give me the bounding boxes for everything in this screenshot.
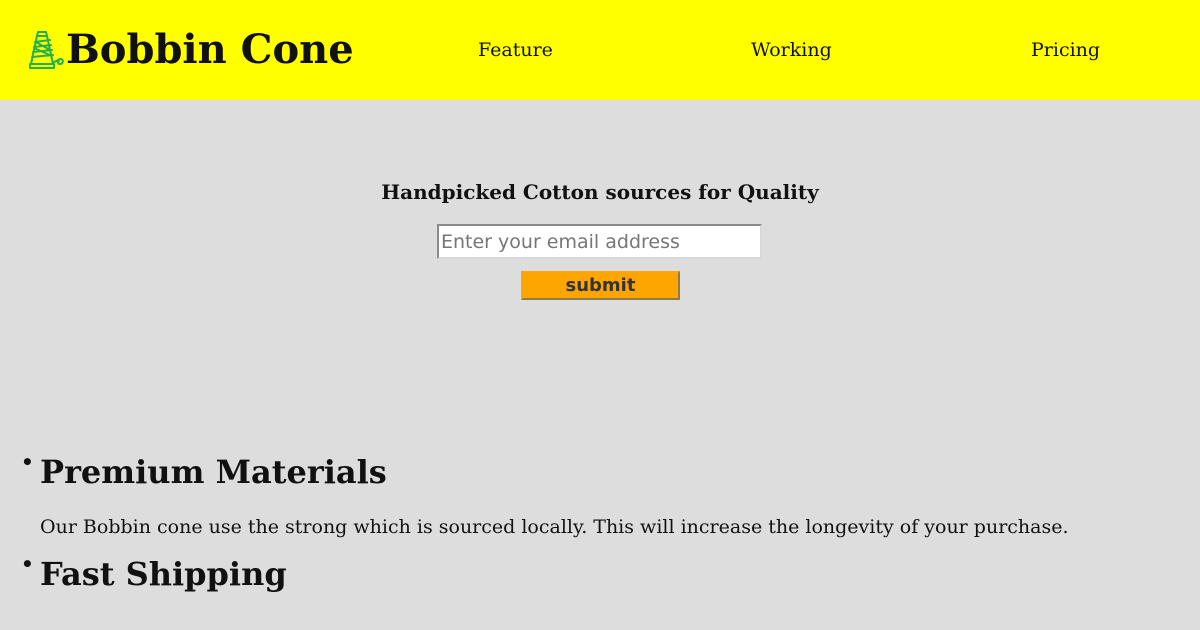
feature-heading: Premium Materials xyxy=(40,453,387,491)
bobbin-cone-icon xyxy=(26,28,66,72)
nav-link-feature[interactable]: Feature xyxy=(478,38,553,62)
nav-link-pricing[interactable]: Pricing xyxy=(1031,38,1100,62)
bullet-icon: • xyxy=(21,552,34,576)
brand-logo[interactable]: Bobbin Cone xyxy=(26,28,354,72)
feature-heading: Fast Shipping xyxy=(40,555,287,593)
site-header: Bobbin Cone Feature Working Pricing xyxy=(0,0,1200,100)
nav-link-working[interactable]: Working xyxy=(751,38,832,62)
feature-description: Our Bobbin cone use the strong which is … xyxy=(40,516,1069,538)
email-input[interactable] xyxy=(437,224,762,259)
list-item: • Fast Shipping xyxy=(0,552,1200,596)
brand-name: Bobbin Cone xyxy=(66,26,354,73)
list-item: • Premium Materials Our Bobbin cone use … xyxy=(0,450,1200,540)
bullet-icon: • xyxy=(21,450,34,474)
hero-title: Handpicked Cotton sources for Quality xyxy=(381,180,819,204)
submit-button[interactable]: submit xyxy=(521,271,680,300)
feature-list: • Premium Materials Our Bobbin cone use … xyxy=(0,450,1200,596)
